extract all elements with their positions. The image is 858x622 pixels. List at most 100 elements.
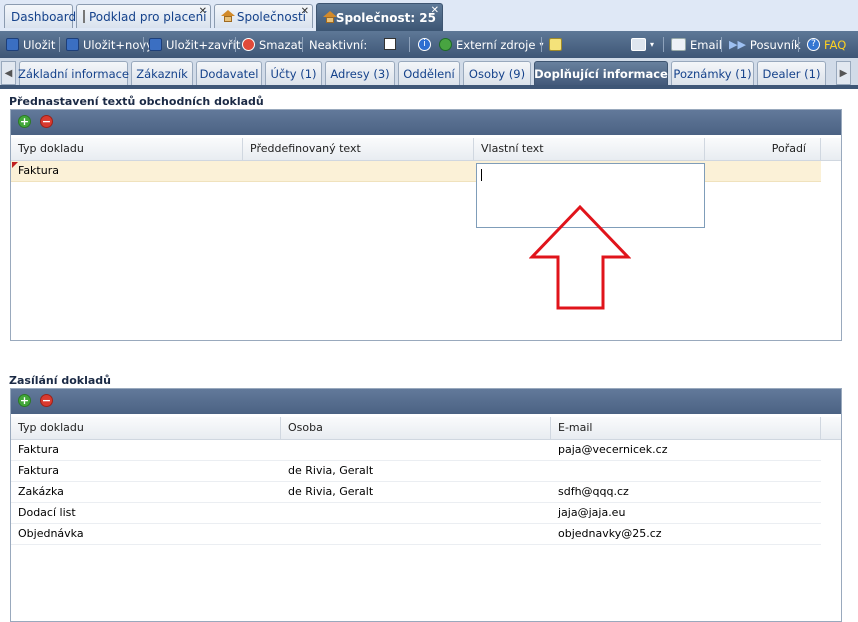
document-sending-grid: + − Typ dokladu Osoba E-mail Faktura paja… bbox=[10, 388, 842, 622]
subtab-doplnujici-informace[interactable]: Doplňující informace bbox=[534, 61, 668, 85]
column-header[interactable]: Pořadí bbox=[705, 138, 821, 160]
globe-icon bbox=[439, 38, 452, 51]
subtab-dealer[interactable]: Dealer (1) bbox=[757, 61, 826, 85]
image-button[interactable] bbox=[549, 31, 566, 58]
cell-typ: Zakázka bbox=[18, 485, 64, 498]
floppy-add-icon bbox=[66, 38, 79, 51]
table-row[interactable]: Objednávka objednavky@25.cz bbox=[11, 524, 821, 545]
tab-spolecnosti[interactable]: Společnosti ✕ bbox=[214, 4, 313, 28]
separator bbox=[663, 37, 664, 52]
tab-label: Dashboard bbox=[11, 9, 77, 24]
document-icon bbox=[83, 10, 85, 23]
posuvnik-label: Posuvník bbox=[749, 37, 801, 52]
separator bbox=[721, 37, 722, 52]
email-button[interactable]: Email bbox=[671, 31, 722, 58]
subtab-poznamky[interactable]: Poznámky (1) bbox=[671, 61, 754, 85]
delete-label: Smazat bbox=[259, 37, 303, 52]
tab-label: Společnost: 25 bbox=[335, 10, 436, 25]
arrow-up-icon bbox=[529, 204, 631, 310]
table-row[interactable]: Zakázka de Rivia, Geralt sdfh@qqq.cz bbox=[11, 482, 821, 503]
separator bbox=[409, 37, 410, 52]
subtab-ucty[interactable]: Účty (1) bbox=[265, 61, 322, 85]
cell-email bbox=[551, 461, 558, 481]
save-close-button[interactable]: Uložit+zavřít bbox=[149, 31, 240, 58]
grid-toolbar: + − bbox=[11, 389, 841, 414]
email-label: Email bbox=[690, 37, 722, 52]
cell-osoba: de Rivia, Geralt bbox=[288, 485, 374, 498]
section-title-document-sending: Zasílání dokladů bbox=[9, 374, 111, 387]
separator bbox=[235, 37, 236, 52]
faq-button[interactable]: ? FAQ bbox=[807, 31, 846, 58]
subtab-osoby[interactable]: Osoby (9) bbox=[463, 61, 531, 85]
cell-email: sdfh@qqq.cz bbox=[558, 485, 629, 498]
table-row[interactable]: Dodací list jaja@jaja.eu bbox=[11, 503, 821, 524]
column-header[interactable]: Předdefinovaný text bbox=[243, 138, 474, 160]
table-row[interactable]: Faktura paja@vecernicek.cz bbox=[11, 440, 821, 461]
separator bbox=[302, 37, 303, 52]
tab-label: Společnosti bbox=[236, 9, 306, 24]
floppy-close-icon bbox=[149, 38, 162, 51]
save-label: Uložit bbox=[23, 37, 56, 52]
home-icon bbox=[221, 10, 235, 23]
tab-label: Podklad pro placení bbox=[89, 9, 207, 24]
tab-podklad-pro-placeni[interactable]: Podklad pro placení ✕ bbox=[76, 4, 211, 28]
cell-email: objednavky@25.cz bbox=[558, 527, 662, 540]
subtab-zakladni-informace[interactable]: Základní informace bbox=[18, 61, 129, 85]
inactive-checkbox[interactable] bbox=[384, 38, 396, 50]
subtab-oddeleni[interactable]: Oddělení bbox=[398, 61, 460, 85]
grid-icon bbox=[631, 38, 646, 51]
cell-email: paja@vecernicek.cz bbox=[558, 443, 668, 456]
separator bbox=[59, 37, 60, 52]
grid-header: Typ dokladu Osoba E-mail bbox=[11, 417, 841, 440]
predefined-texts-grid: + − Typ dokladu Předdefinovaný text Vlas… bbox=[10, 109, 842, 341]
envelope-icon bbox=[671, 38, 686, 51]
remove-icon[interactable]: − bbox=[40, 394, 53, 407]
remove-icon[interactable]: − bbox=[40, 115, 53, 128]
cell-typ: Faktura bbox=[18, 443, 59, 456]
close-icon[interactable]: ✕ bbox=[199, 6, 207, 17]
tab-dashboard[interactable]: Dashboard bbox=[4, 4, 77, 28]
section-title-predefined-texts: Přednastavení textů obchodních dokladů bbox=[9, 95, 264, 108]
delete-button[interactable]: Smazat bbox=[242, 31, 302, 58]
column-header[interactable]: E-mail bbox=[551, 417, 821, 439]
external-sources-button[interactable]: Externí zdroje ▾ bbox=[439, 31, 543, 58]
scroll-right-icon[interactable]: ▶ bbox=[836, 61, 851, 85]
info-icon: i bbox=[418, 38, 431, 51]
grid-menu-button[interactable]: ▾ bbox=[631, 31, 654, 58]
add-icon[interactable]: + bbox=[18, 115, 31, 128]
column-header[interactable]: Typ dokladu bbox=[11, 138, 243, 160]
document-tabs: Dashboard Podklad pro placení ✕ Společno… bbox=[0, 0, 858, 32]
cell-typ: Faktura bbox=[18, 464, 59, 477]
close-icon[interactable]: ✕ bbox=[431, 5, 439, 16]
grid-header: Typ dokladu Předdefinovaný text Vlastní … bbox=[11, 138, 841, 161]
inactive-label: Neaktivní: bbox=[309, 37, 368, 52]
cell-osoba: de Rivia, Geralt bbox=[288, 464, 374, 477]
column-header[interactable]: Typ dokladu bbox=[11, 417, 281, 439]
subtab-dodavatel[interactable]: Dodavatel bbox=[196, 61, 262, 85]
cell-typ: Faktura bbox=[18, 164, 59, 177]
table-row[interactable]: Faktura de Rivia, Geralt bbox=[11, 461, 821, 482]
cell-osoba bbox=[281, 524, 288, 544]
image-icon bbox=[549, 38, 562, 51]
save-button[interactable]: Uložit bbox=[6, 31, 55, 58]
subtab-adresy[interactable]: Adresy (3) bbox=[325, 61, 395, 85]
tab-spolecnost-25[interactable]: Společnost: 25 ✕ bbox=[316, 3, 443, 31]
toolbar: Uložit Uložit+nový Uložit+zavřít Smazat … bbox=[0, 31, 858, 58]
delete-icon bbox=[242, 38, 255, 51]
save-new-button[interactable]: Uložit+nový bbox=[66, 31, 153, 58]
scroll-left-icon[interactable]: ◀ bbox=[1, 61, 16, 85]
close-icon[interactable]: ✕ bbox=[301, 6, 309, 17]
separator bbox=[541, 37, 542, 52]
column-header[interactable]: Osoba bbox=[281, 417, 551, 439]
column-header[interactable]: Vlastní text bbox=[474, 138, 705, 160]
fast-forward-icon: ▶▶ bbox=[729, 38, 746, 51]
cell-typ: Objednávka bbox=[18, 527, 84, 540]
cell-osoba bbox=[281, 503, 288, 523]
faq-label: FAQ bbox=[824, 37, 847, 52]
add-icon[interactable]: + bbox=[18, 394, 31, 407]
posuvnik-button[interactable]: ▶▶ Posuvník bbox=[729, 31, 801, 58]
info-button[interactable]: i bbox=[418, 31, 435, 58]
text-caret bbox=[481, 169, 482, 181]
home-icon bbox=[323, 11, 337, 24]
subtab-zakaznik[interactable]: Zákazník bbox=[131, 61, 193, 85]
